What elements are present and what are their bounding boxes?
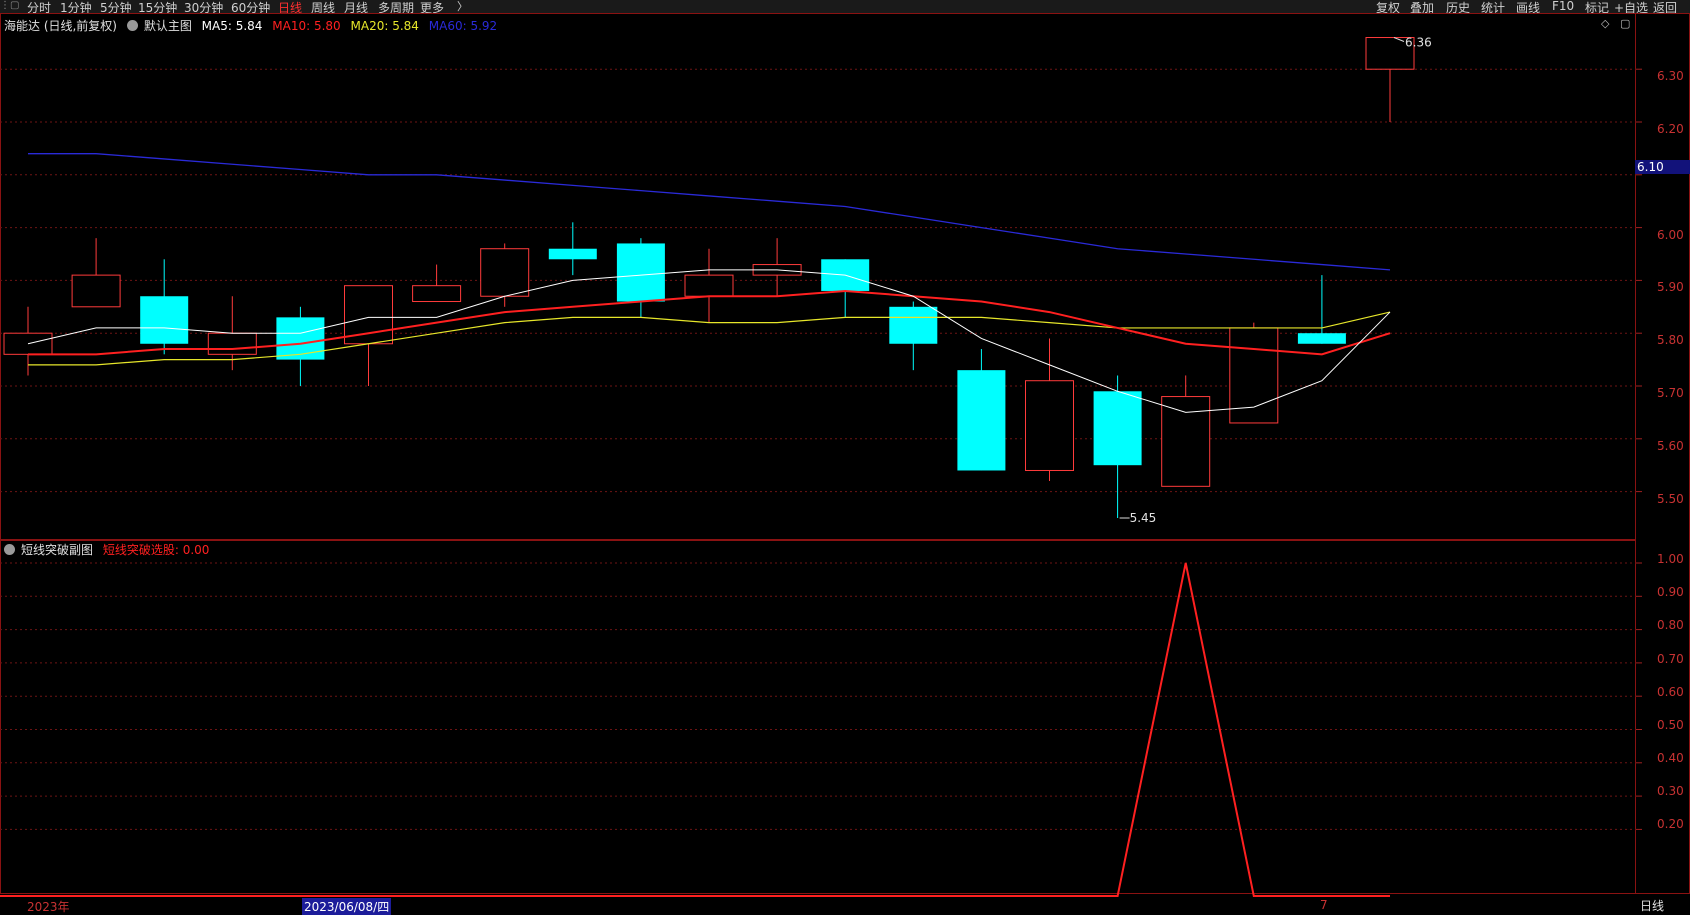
- year-label: 2023年: [27, 900, 70, 914]
- period-tag[interactable]: 日线: [1640, 897, 1664, 914]
- price-tick-label: 5.50: [1657, 492, 1684, 506]
- price-tick-label: 6.20: [1657, 122, 1684, 136]
- price-tick-label: 6.00: [1657, 228, 1684, 242]
- sub-tick-label: 1.00: [1657, 552, 1684, 566]
- month-label: 7: [1320, 898, 1328, 912]
- candle-body-down: [1093, 391, 1142, 466]
- candle-body-up: [207, 332, 257, 355]
- high-annotation: 6.36: [1405, 36, 1432, 50]
- price-tick-label: 5.70: [1657, 386, 1684, 400]
- candle-body-up: [1025, 380, 1074, 471]
- candle-body-up: [412, 285, 462, 303]
- sub-tick-label: 0.80: [1657, 618, 1684, 632]
- candle-body-up: [71, 274, 121, 308]
- sub-tick-label: 0.70: [1657, 652, 1684, 666]
- candle-body-up: [480, 248, 530, 297]
- low-annotation: 5.45: [1130, 511, 1157, 525]
- sub-tick-label: 0.90: [1657, 585, 1684, 599]
- candle-body-down: [276, 317, 325, 360]
- candlestick-chart[interactable]: 6.36 5.45: [0, 0, 1690, 913]
- candle-body-down: [889, 306, 938, 344]
- price-tick-label: 5.90: [1657, 280, 1684, 294]
- price-tick-label: 5.60: [1657, 439, 1684, 453]
- candle-body-down: [548, 248, 597, 260]
- candle-body-down: [957, 370, 1006, 471]
- current-price-flag: 6.10: [1635, 160, 1690, 174]
- candle-body-down: [140, 296, 189, 344]
- selected-date-label: 2023/06/08/四: [302, 898, 392, 915]
- sub-tick-label: 0.40: [1657, 751, 1684, 765]
- price-tick-label: 6.30: [1657, 69, 1684, 83]
- sub-tick-label: 0.30: [1657, 784, 1684, 798]
- sub-tick-label: 0.20: [1657, 817, 1684, 831]
- candle-body-down: [616, 243, 665, 302]
- candle-body-down: [1297, 333, 1346, 344]
- candle-body-up: [684, 274, 734, 297]
- sub-tick-label: 0.60: [1657, 685, 1684, 699]
- sub-tick-label: 0.50: [1657, 718, 1684, 732]
- candle-body-up: [1161, 396, 1211, 487]
- price-tick-label: 5.80: [1657, 333, 1684, 347]
